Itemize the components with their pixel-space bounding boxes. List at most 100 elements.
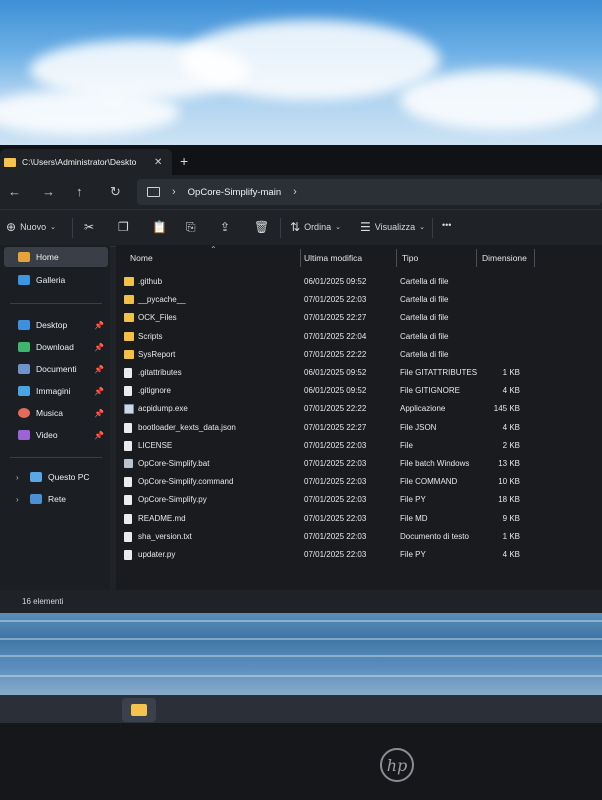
table-row[interactable]: acpidump.exe 07/01/2025 22:22 Applicazione… bbox=[116, 400, 602, 418]
file-size: 2 KB bbox=[502, 440, 520, 450]
column-header-modified[interactable]: Ultima modifica bbox=[304, 253, 362, 263]
sidebar-item-label: Galleria bbox=[36, 275, 66, 285]
copy-button[interactable]: ❐ bbox=[118, 220, 133, 234]
chevron-right-icon[interactable]: › bbox=[293, 186, 297, 198]
sort-icon: ⇅ bbox=[290, 220, 301, 234]
navigation-bar: ← → ↑ ↻ › OpCore-Simplify-main › bbox=[0, 175, 602, 209]
table-row[interactable]: updater.py 07/01/2025 22:03 File PY 4 KB bbox=[116, 546, 602, 564]
file-name: bootloader_kexts_data.json bbox=[138, 422, 236, 432]
file-type: File COMMAND bbox=[400, 477, 458, 487]
address-bar[interactable]: › OpCore-Simplify-main › bbox=[137, 179, 602, 205]
close-tab-icon[interactable]: ✕ bbox=[154, 157, 162, 168]
file-type: Documento di testo bbox=[400, 531, 469, 541]
table-row[interactable]: Scripts 07/01/2025 22:04 Cartella di file bbox=[116, 328, 602, 346]
file-type: Cartella di file bbox=[400, 331, 449, 341]
share-button[interactable]: ⇪ bbox=[220, 220, 234, 234]
file-modified: 06/01/2025 09:52 bbox=[304, 368, 367, 377]
file-size: 1 KB bbox=[502, 531, 520, 541]
file-modified: 07/01/2025 22:03 bbox=[304, 477, 367, 487]
cut-button[interactable]: ✂ bbox=[84, 220, 98, 234]
sidebar-item-video[interactable]: Video 📌 bbox=[4, 425, 108, 445]
sidebar-item-gallery[interactable]: Galleria bbox=[4, 270, 108, 290]
sidebar-item-home[interactable]: Home bbox=[4, 247, 108, 267]
table-row[interactable]: LICENSE 07/01/2025 22:03 File 2 KB bbox=[116, 437, 602, 455]
file-icon bbox=[124, 477, 132, 488]
documents-icon bbox=[18, 364, 30, 374]
view-button[interactable]: ☰ Visualizza ⌄ bbox=[360, 220, 425, 234]
desktop-icon bbox=[18, 320, 30, 330]
network-icon bbox=[30, 494, 42, 504]
new-button[interactable]: ⊕ Nuovo ⌄ bbox=[6, 220, 56, 234]
file-size: 13 KB bbox=[498, 459, 520, 468]
table-row[interactable]: OpCore-Simplify.py 07/01/2025 22:03 File P… bbox=[116, 491, 602, 509]
file-name: sha_version.txt bbox=[138, 531, 192, 541]
file-modified: 07/01/2025 22:03 bbox=[304, 513, 367, 523]
sidebar-item-music[interactable]: Musica 📌 bbox=[4, 403, 108, 423]
column-header-size[interactable]: Dimensione bbox=[482, 253, 527, 263]
file-type: Applicazione bbox=[400, 404, 446, 414]
up-button[interactable]: ↑ bbox=[76, 184, 83, 199]
file-modified: 07/01/2025 22:27 bbox=[304, 422, 367, 432]
file-name: OpCore-Simplify.command bbox=[138, 477, 234, 487]
table-row[interactable]: __pycache__ 07/01/2025 22:03 Cartella di f… bbox=[116, 291, 602, 309]
more-options-button[interactable]: ••• bbox=[442, 220, 451, 230]
column-divider[interactable] bbox=[534, 249, 535, 267]
file-modified: 06/01/2025 09:52 bbox=[304, 386, 367, 396]
column-header-type[interactable]: Tipo bbox=[402, 253, 418, 263]
table-row[interactable]: sha_version.txt 07/01/2025 22:03 Documento… bbox=[116, 528, 602, 546]
file-size: 4 KB bbox=[502, 550, 520, 559]
file-icon bbox=[124, 440, 132, 451]
folder-icon bbox=[124, 313, 134, 323]
chevron-right-icon[interactable]: › bbox=[172, 186, 176, 198]
table-row[interactable]: README.md 07/01/2025 22:03 File MD 9 KB bbox=[116, 510, 602, 528]
forward-button[interactable]: → bbox=[42, 184, 55, 199]
file-size: 145 KB bbox=[493, 404, 520, 414]
table-row[interactable]: bootloader_kexts_data.json 07/01/2025 22:… bbox=[116, 419, 602, 437]
wallpaper-cloud bbox=[180, 20, 440, 100]
table-row[interactable]: OpCore-Simplify.command 07/01/2025 22:03 F… bbox=[116, 473, 602, 491]
column-divider[interactable] bbox=[396, 249, 397, 267]
table-row[interactable]: OpCore-Simplify.bat 07/01/2025 22:03 File … bbox=[116, 455, 602, 473]
file-modified: 07/01/2025 22:22 bbox=[304, 404, 367, 414]
file-type: File bbox=[400, 440, 413, 450]
music-icon bbox=[18, 408, 30, 418]
table-row[interactable]: .gitignore 06/01/2025 09:52 File GITIGNORE… bbox=[116, 382, 602, 400]
column-divider[interactable] bbox=[476, 249, 477, 267]
taskbar-file-explorer-button[interactable] bbox=[122, 698, 156, 722]
delete-button[interactable]: 🗑 bbox=[254, 220, 273, 234]
sidebar-item-download[interactable]: Download 📌 bbox=[4, 337, 108, 357]
expand-chevron-icon[interactable]: › bbox=[16, 495, 19, 504]
file-name: OpCore-Simplify.bat bbox=[138, 459, 210, 468]
expand-chevron-icon[interactable]: › bbox=[16, 473, 19, 482]
sidebar-item-pictures[interactable]: Immagini 📌 bbox=[4, 381, 108, 401]
table-row[interactable]: .gitattributes 06/01/2025 09:52 File GITAT… bbox=[116, 364, 602, 382]
pin-icon: 📌 bbox=[94, 386, 104, 396]
file-name: .github bbox=[138, 277, 163, 286]
file-type: File GITATTRIBUTES bbox=[400, 368, 478, 377]
file-type: File GITIGNORE bbox=[400, 386, 461, 396]
chevron-down-icon: ⌄ bbox=[335, 224, 341, 231]
sidebar-item-this-pc[interactable]: › Questo PC bbox=[4, 467, 108, 487]
view-list-icon: ☰ bbox=[360, 220, 371, 234]
file-type: Cartella di file bbox=[400, 295, 449, 305]
table-row[interactable]: OCK_Files 07/01/2025 22:27 Cartella di fil… bbox=[116, 309, 602, 327]
sort-button[interactable]: ⇅ Ordina ⌄ bbox=[290, 220, 341, 234]
file-type: File PY bbox=[400, 495, 426, 505]
tab-active[interactable]: C:\Users\Administrator\Deskto ✕ bbox=[0, 149, 172, 175]
paste-button[interactable]: 📋 bbox=[152, 220, 171, 234]
computer-icon bbox=[147, 187, 160, 197]
file-name: acpidump.exe bbox=[138, 404, 188, 414]
sidebar-item-network[interactable]: › Rete bbox=[4, 489, 108, 509]
table-row[interactable]: .github 06/01/2025 09:52 Cartella di file bbox=[116, 273, 602, 291]
sidebar-item-documents[interactable]: Documenti 📌 bbox=[4, 359, 108, 379]
column-divider[interactable] bbox=[300, 249, 301, 267]
new-tab-button[interactable]: + bbox=[180, 153, 188, 169]
table-row[interactable]: SysReport 07/01/2025 22:22 Cartella di fil… bbox=[116, 346, 602, 364]
column-header-name[interactable]: Nome bbox=[130, 253, 153, 263]
refresh-button[interactable]: ↻ bbox=[110, 184, 121, 200]
rename-button[interactable]: ⎘ bbox=[186, 220, 200, 235]
breadcrumb-folder[interactable]: OpCore-Simplify-main bbox=[188, 187, 281, 198]
sidebar-item-desktop[interactable]: Desktop 📌 bbox=[4, 315, 108, 335]
sidebar-item-label: Download bbox=[36, 342, 74, 352]
back-button[interactable]: ← bbox=[8, 184, 21, 199]
